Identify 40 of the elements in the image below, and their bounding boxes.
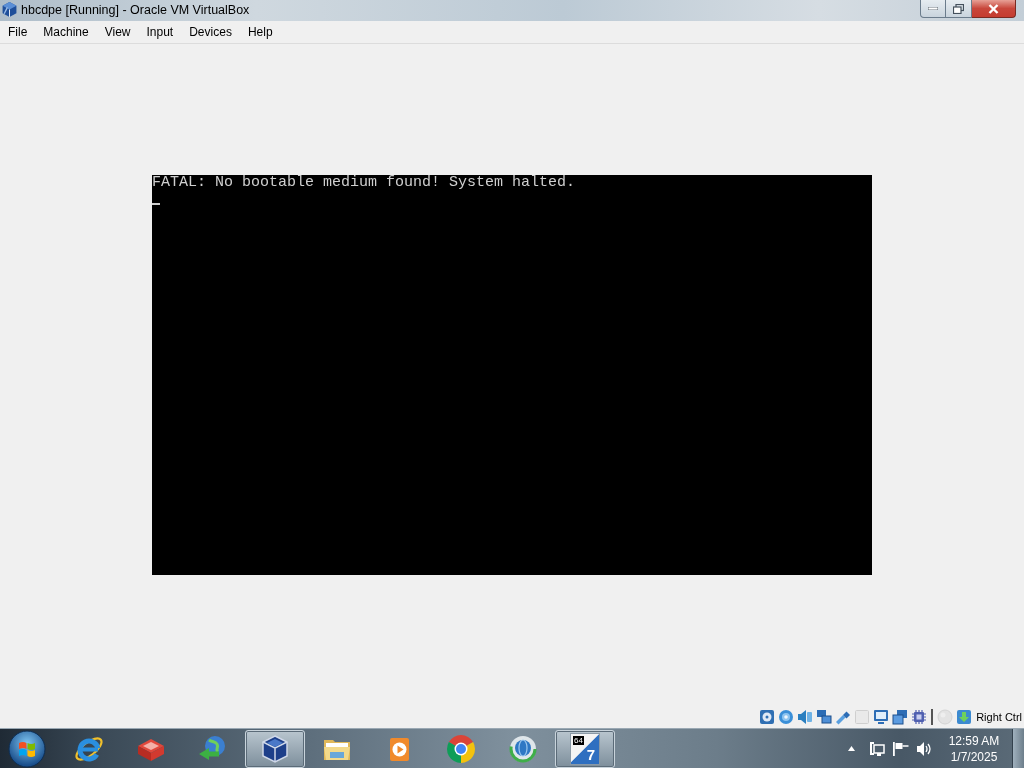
monitor-icon[interactable]	[873, 709, 890, 725]
cube-icon	[259, 732, 291, 765]
stacked-windows-icon[interactable]	[892, 709, 909, 725]
close-button[interactable]	[972, 0, 1016, 18]
menu-item[interactable]: Help	[239, 22, 281, 42]
text-cursor	[152, 203, 160, 205]
speaker-icon[interactable]	[797, 709, 814, 725]
menu-item[interactable]: File	[0, 22, 36, 42]
disc-icon[interactable]	[778, 709, 795, 725]
menu-item[interactable]: Devices	[181, 22, 240, 42]
pen-icon[interactable]	[835, 709, 852, 725]
console-line: FATAL: No bootable medium found! System halted.	[152, 175, 577, 191]
screens-icon[interactable]	[816, 709, 833, 725]
start-button[interactable]	[5, 728, 49, 768]
flag-icon[interactable]	[892, 740, 910, 757]
chip-icon[interactable]	[911, 709, 928, 725]
menu-item[interactable]: Input	[138, 22, 182, 42]
network-monitor-icon[interactable]	[869, 740, 885, 757]
show-desktop-button[interactable]	[1012, 728, 1024, 768]
up-triangle-icon[interactable]	[848, 746, 855, 751]
taskbar-button[interactable]: 64 7	[555, 729, 615, 768]
close-icon	[988, 3, 999, 14]
cube-icon	[1, 1, 18, 18]
taskbar-button[interactable]	[245, 729, 305, 768]
clock-date[interactable]: 1/7/2025	[950, 748, 998, 765]
menu-item[interactable]: Machine	[35, 22, 97, 42]
speaker-icon[interactable]	[916, 740, 932, 757]
tile-number: 7	[586, 746, 595, 763]
restore-button[interactable]	[946, 0, 972, 18]
down-arrow-icon[interactable]	[956, 709, 973, 725]
menu-item[interactable]: View	[96, 22, 139, 42]
orb-icon	[8, 729, 46, 768]
restore-icon	[953, 3, 964, 14]
segmented-circle-icon	[445, 732, 477, 765]
minimize-button[interactable]	[920, 0, 946, 18]
window-title: hbcdpe [Running] - Oracle VM VirtualBox	[21, 3, 250, 18]
host-key-label: Right Ctrl	[976, 711, 1022, 723]
tile-number: 64	[573, 735, 584, 745]
clock-time[interactable]: 12:59 AM	[948, 732, 1000, 749]
minimize-icon	[928, 7, 938, 10]
